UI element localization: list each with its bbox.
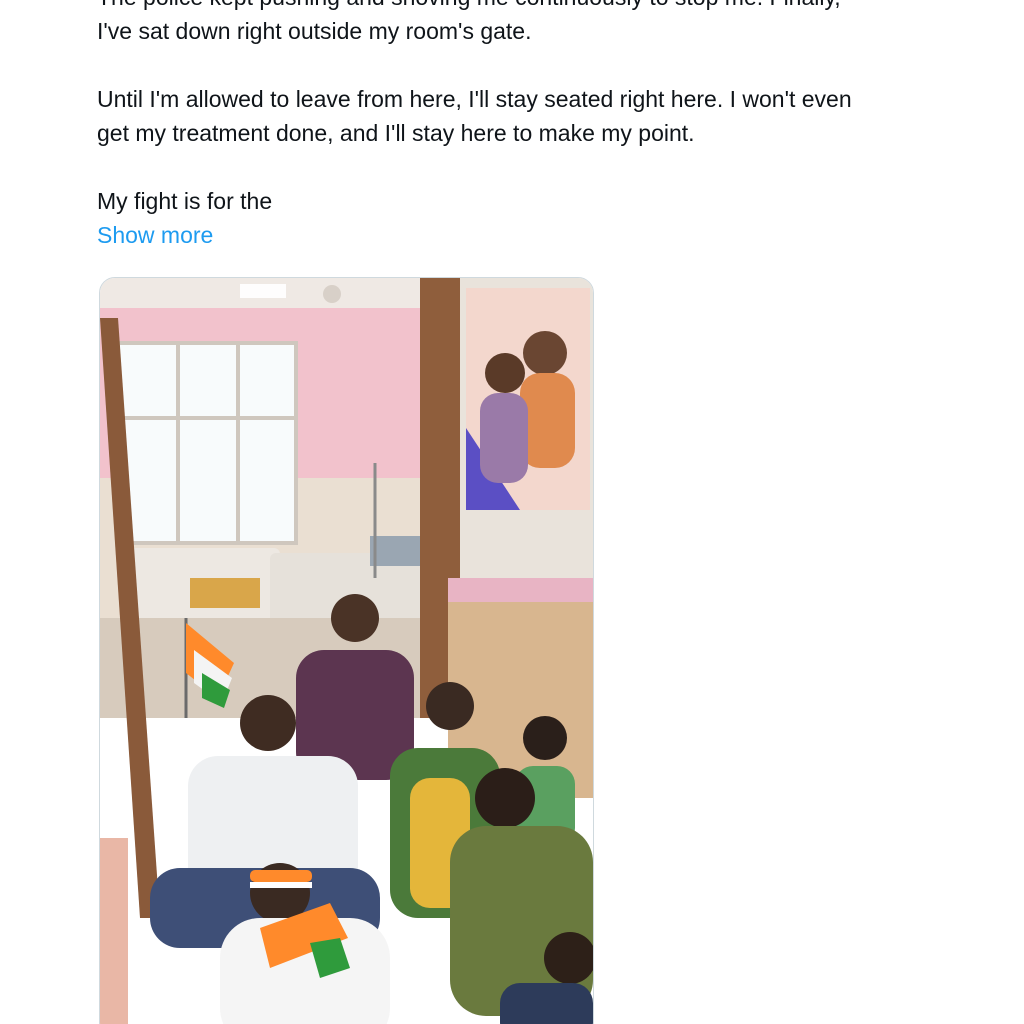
medical-monitor — [370, 536, 420, 566]
person — [426, 682, 474, 730]
tweet-text-line: Until I'm allowed to leave from here, I'… — [97, 86, 852, 112]
show-more-link[interactable]: Show more — [97, 218, 213, 252]
window — [116, 341, 298, 545]
person — [523, 716, 567, 760]
tweet-text-line: I've sat down right outside my room's ga… — [97, 18, 532, 44]
person — [240, 695, 296, 751]
person — [475, 768, 535, 828]
ceiling-light — [240, 284, 286, 298]
tweet-text: The police kept pushing and shoving me c… — [97, 0, 997, 252]
tweet-text-line: The police kept pushing and shoving me c… — [97, 0, 997, 14]
hospital-protest-photo — [100, 278, 593, 1024]
tweet-text-line: get my treatment done, and I'll stay her… — [97, 120, 695, 146]
ceiling-fan — [323, 285, 341, 303]
person — [331, 594, 379, 642]
tweet-text-line: My fight is for the — [97, 188, 273, 214]
tweet-photo[interactable] — [99, 277, 594, 1024]
